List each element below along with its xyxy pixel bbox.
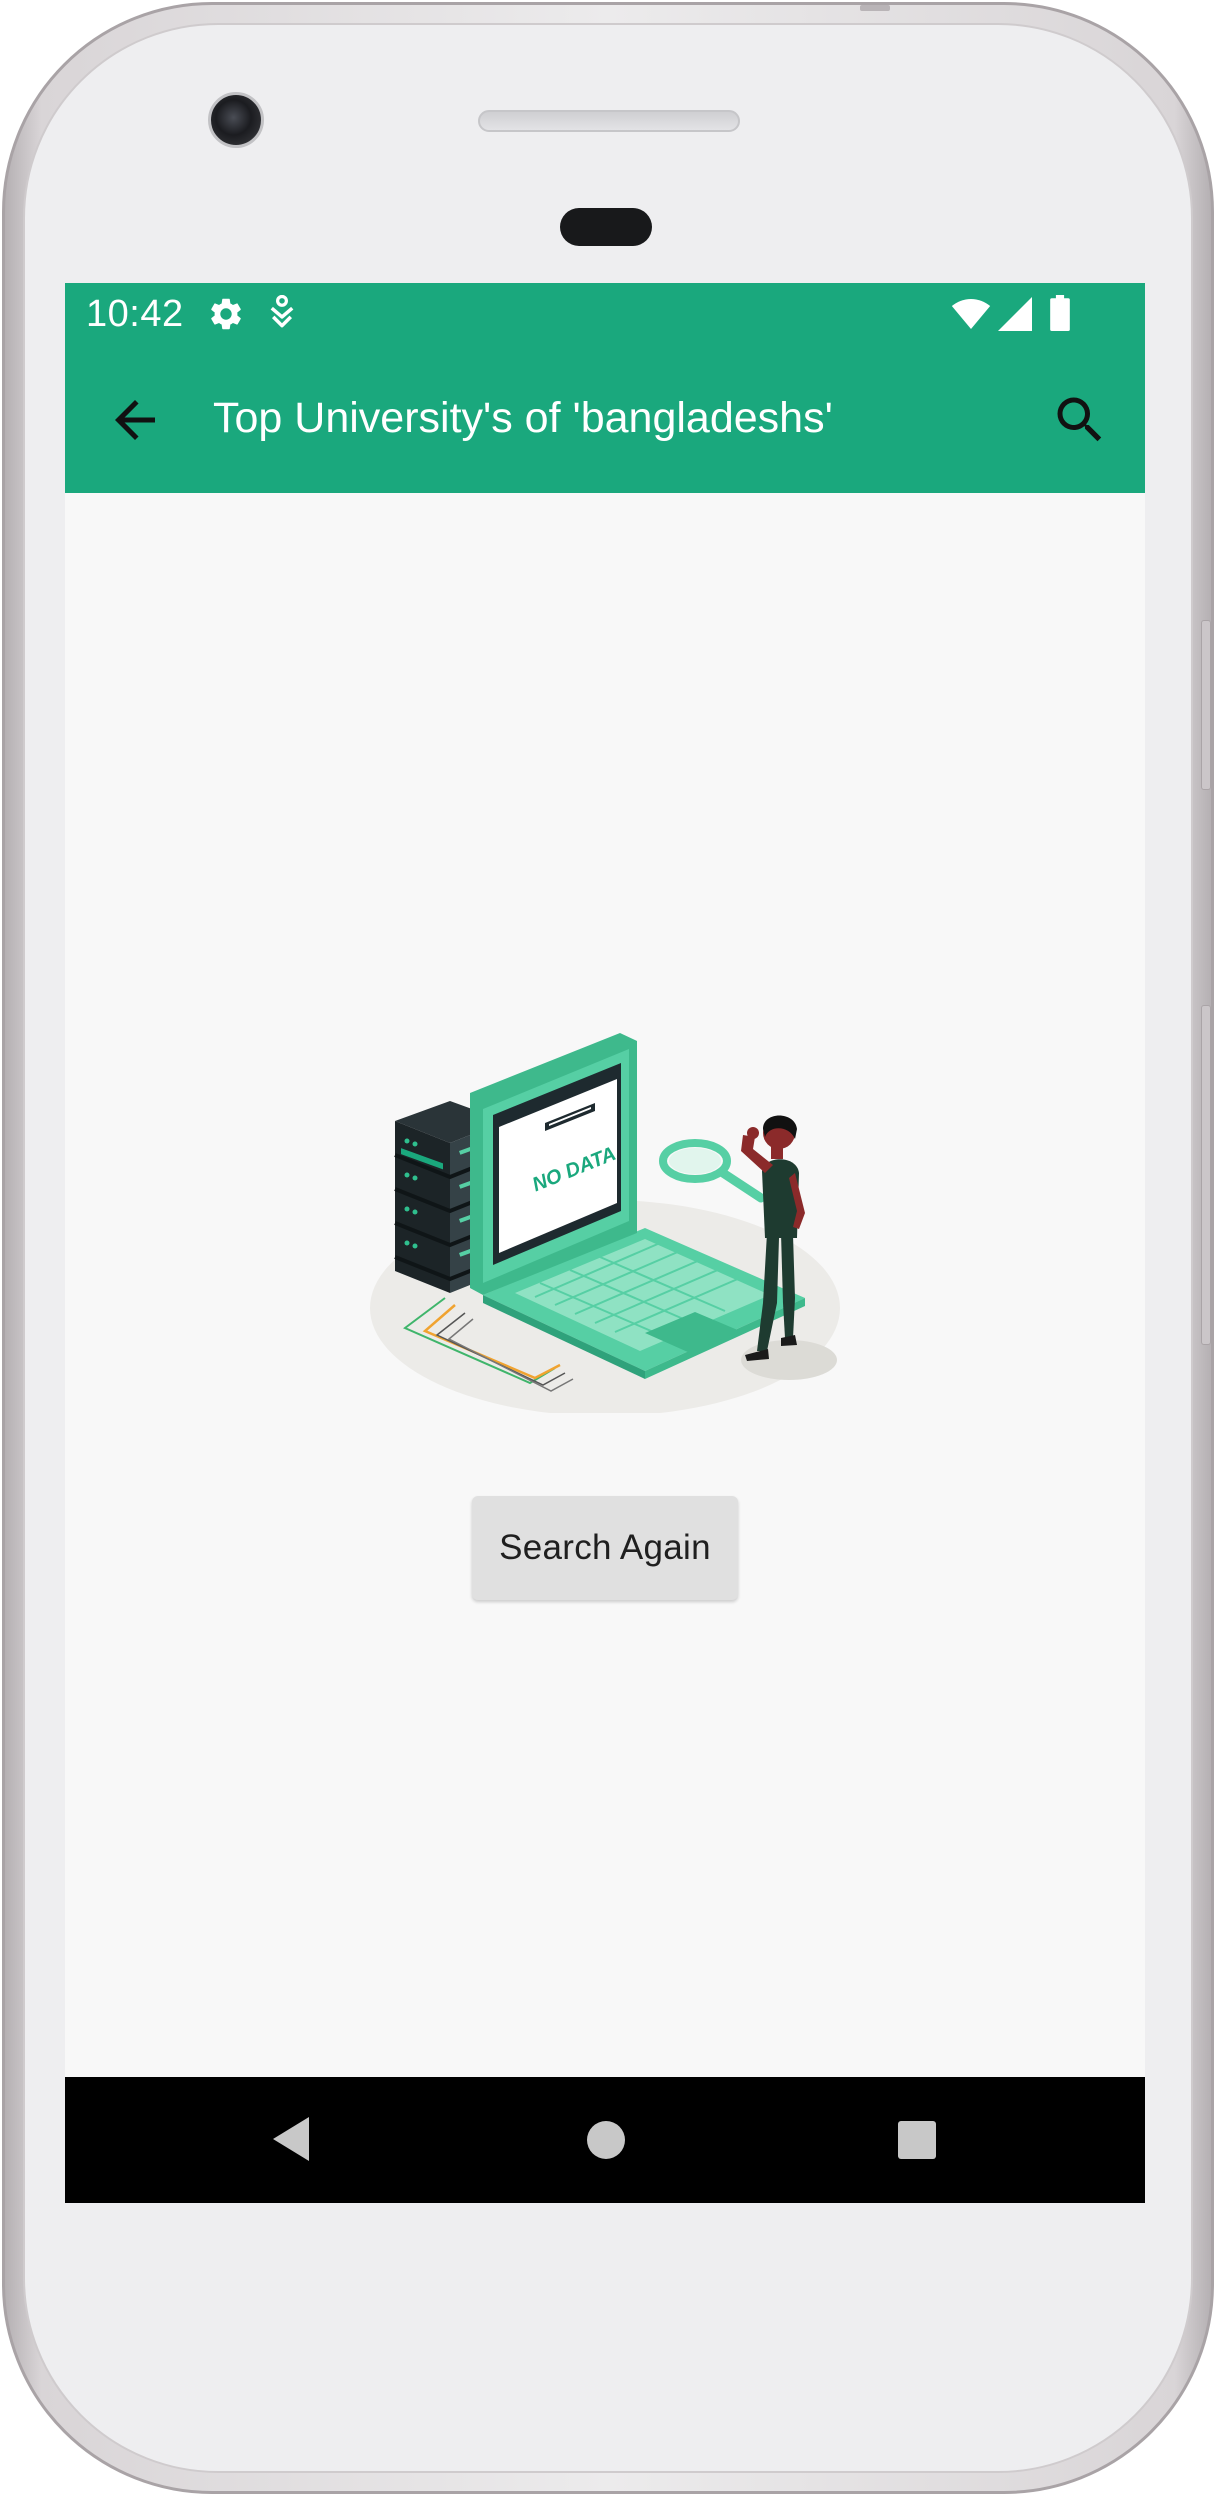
system-nav-bar (65, 2077, 1145, 2203)
nav-recents-icon[interactable] (898, 2121, 936, 2159)
app-bar: Top University's of 'bangladeshs' (65, 346, 1145, 493)
empty-state-content: NO DATA Search Again (65, 493, 1145, 2060)
phone-top-ridge (860, 5, 890, 11)
earpiece-speaker (478, 110, 740, 132)
battery-icon (1050, 295, 1070, 336)
power-button (1201, 620, 1211, 790)
nav-back-icon[interactable] (273, 2117, 313, 2166)
status-bar: 10:42 (65, 283, 1145, 346)
accessibility-icon (267, 294, 297, 338)
nav-home-icon[interactable] (587, 2121, 625, 2159)
arrow-back-icon (105, 400, 165, 454)
status-time: 10:42 (86, 293, 184, 335)
back-button[interactable] (105, 390, 165, 450)
volume-button (1201, 1005, 1211, 1345)
no-data-illustration: NO DATA (365, 1033, 845, 1416)
search-icon (1050, 397, 1110, 454)
proximity-sensor (560, 208, 652, 246)
search-again-button[interactable]: Search Again (472, 1496, 738, 1600)
settings-gear-icon (207, 295, 245, 338)
front-camera (208, 92, 264, 148)
wifi-icon (951, 297, 991, 336)
page-title: Top University's of 'bangladeshs' (213, 394, 833, 442)
device-stage: 10:42 Top University's of 'bangladeshs' … (0, 0, 1222, 2498)
cell-signal-icon (998, 297, 1032, 336)
screen: 10:42 Top University's of 'bangladeshs' … (65, 283, 1145, 2203)
search-button[interactable] (1050, 390, 1110, 450)
